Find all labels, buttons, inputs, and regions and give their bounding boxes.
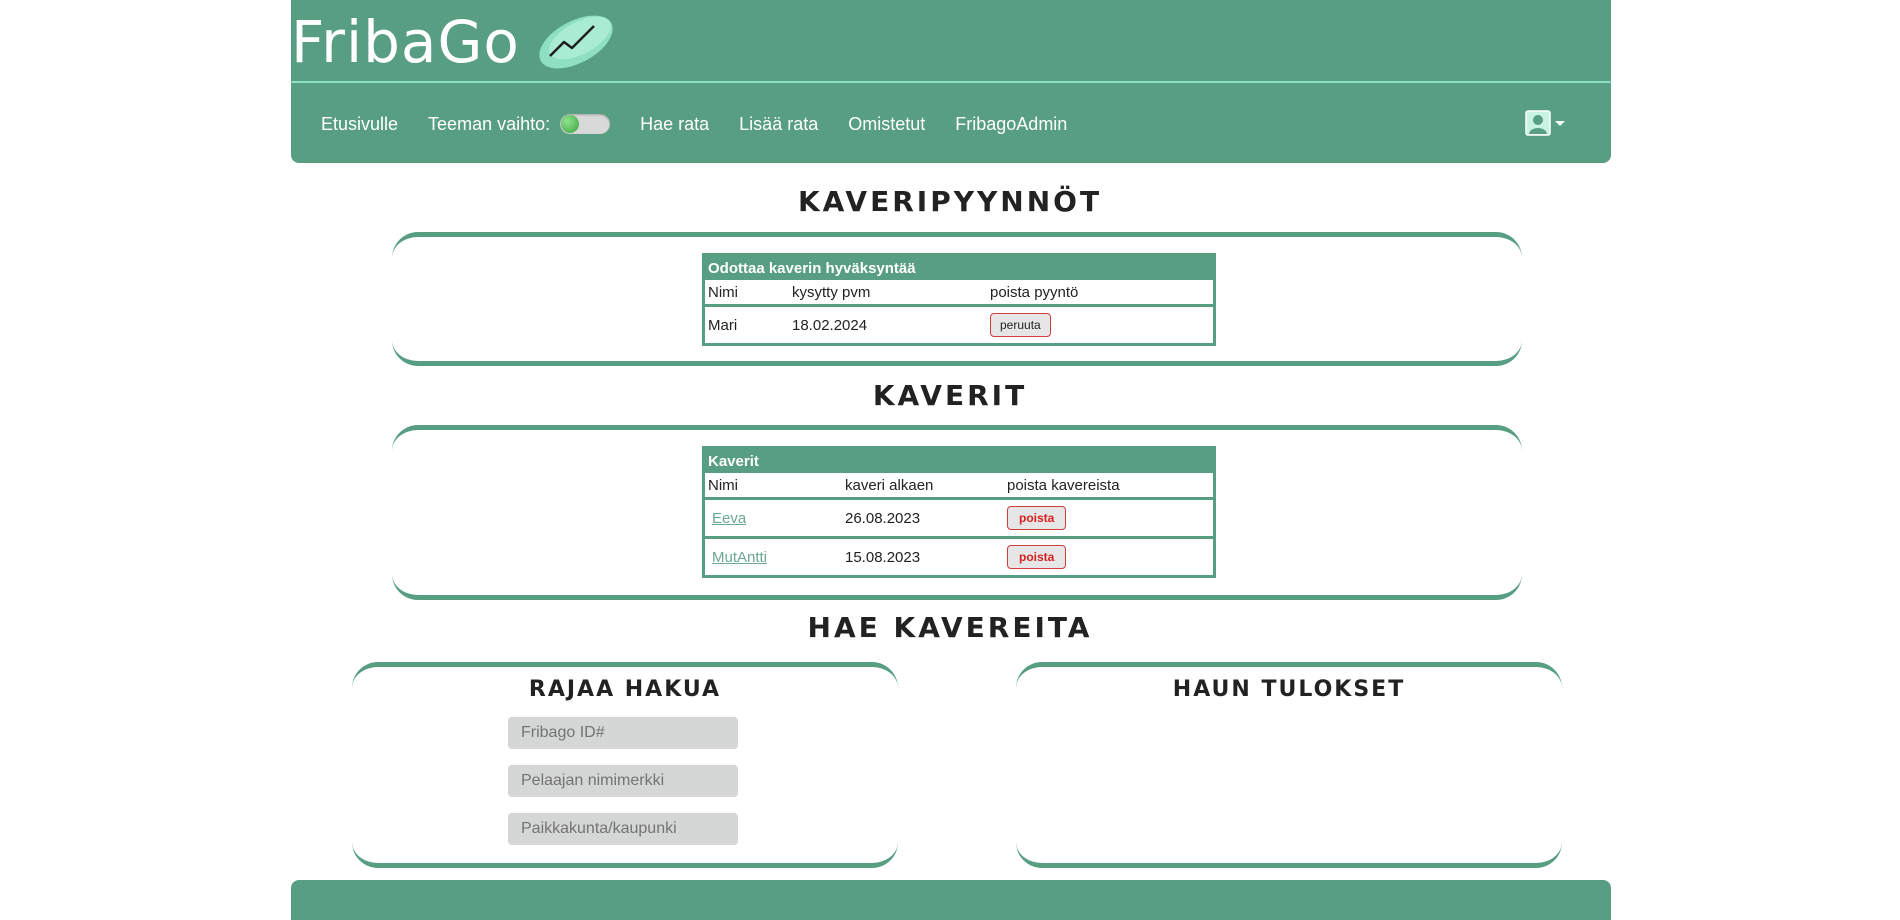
table-caption: Odottaa kaverin hyväksyntää [703, 254, 1215, 280]
user-profile-icon [1525, 110, 1551, 136]
nav-theme-switch: Teeman vaihto: [428, 113, 611, 135]
friend-since-date: 26.08.2023 [842, 498, 1004, 539]
column-header-date: kaveri alkaen [842, 473, 1004, 500]
request-date: 18.02.2024 [792, 316, 868, 334]
table-row: MutAntti 15.08.2023 poista [704, 538, 1215, 577]
frisbee-disc-icon [539, 15, 613, 69]
cancel-request-button[interactable]: peruuta [990, 313, 1051, 337]
brand-logo[interactable]: FribaGo [291, 2, 618, 82]
chevron-down-icon [1555, 120, 1565, 126]
user-menu-dropdown[interactable] [1525, 110, 1565, 136]
brand-name: FribaGo [291, 8, 520, 76]
friend-since-date: 15.08.2023 [845, 548, 921, 566]
friend-profile-link[interactable]: Eeva [712, 510, 746, 527]
friend-requests-title: KAVERIPYYNNÖT [797, 185, 1103, 218]
nav-add-course-link[interactable]: Lisää rata [739, 114, 818, 135]
table-row: Eeva 26.08.2023 poista [703, 498, 1215, 539]
theme-toggle[interactable] [560, 114, 611, 134]
remove-friend-button[interactable]: poista [1007, 506, 1067, 530]
results-title: HAUN TULOKSET [1172, 677, 1406, 702]
remove-friend-button[interactable]: poista [1007, 545, 1067, 569]
search-filter-panel: RAJAA HAKUA [352, 662, 898, 868]
page-footer [291, 880, 1611, 920]
friend-profile-link[interactable]: MutAntti [712, 549, 767, 566]
request-name: Mari [708, 316, 738, 334]
city-input[interactable] [508, 813, 738, 845]
pending-requests-table: Odottaa kaverin hyväksyntää Nimi kysytty… [702, 253, 1216, 346]
column-header-action: poista kavereista [1004, 473, 1215, 500]
theme-label: Teeman vaihto: [428, 113, 551, 134]
column-header-name: Nimi [703, 280, 789, 307]
top-navbar: FribaGo Etusivulle Teeman vaihto: Hae ra… [291, 0, 1611, 163]
nickname-input[interactable] [508, 765, 738, 797]
table-row: Mari 18.02.2024 peruuta [704, 306, 1215, 345]
nav-find-course-link[interactable]: Hae rata [640, 114, 709, 135]
fribago-id-input[interactable] [508, 717, 738, 749]
nav-admin-link[interactable]: FribagoAdmin [955, 114, 1067, 135]
table-caption: Kaverit [703, 447, 1215, 473]
nav-divider [291, 81, 1611, 83]
main-nav: Etusivulle Teeman vaihto: Hae rata Lisää… [291, 112, 1611, 136]
search-friends-title: HAE KAVEREITA [807, 611, 1093, 644]
column-header-date: kysytty pvm [789, 280, 987, 307]
column-header-name: Nimi [703, 473, 842, 500]
friends-table: Kaverit Nimi kaveri alkaen poista kavere… [702, 446, 1216, 578]
column-header-action: poista pyyntö [987, 280, 1215, 307]
nav-owned-link[interactable]: Omistetut [848, 114, 925, 135]
filter-title: RAJAA HAKUA [528, 677, 722, 702]
friends-title: KAVERIT [872, 379, 1028, 412]
nav-home-link[interactable]: Etusivulle [321, 114, 398, 135]
search-results-panel: HAUN TULOKSET [1016, 662, 1562, 868]
toggle-knob [561, 115, 580, 133]
